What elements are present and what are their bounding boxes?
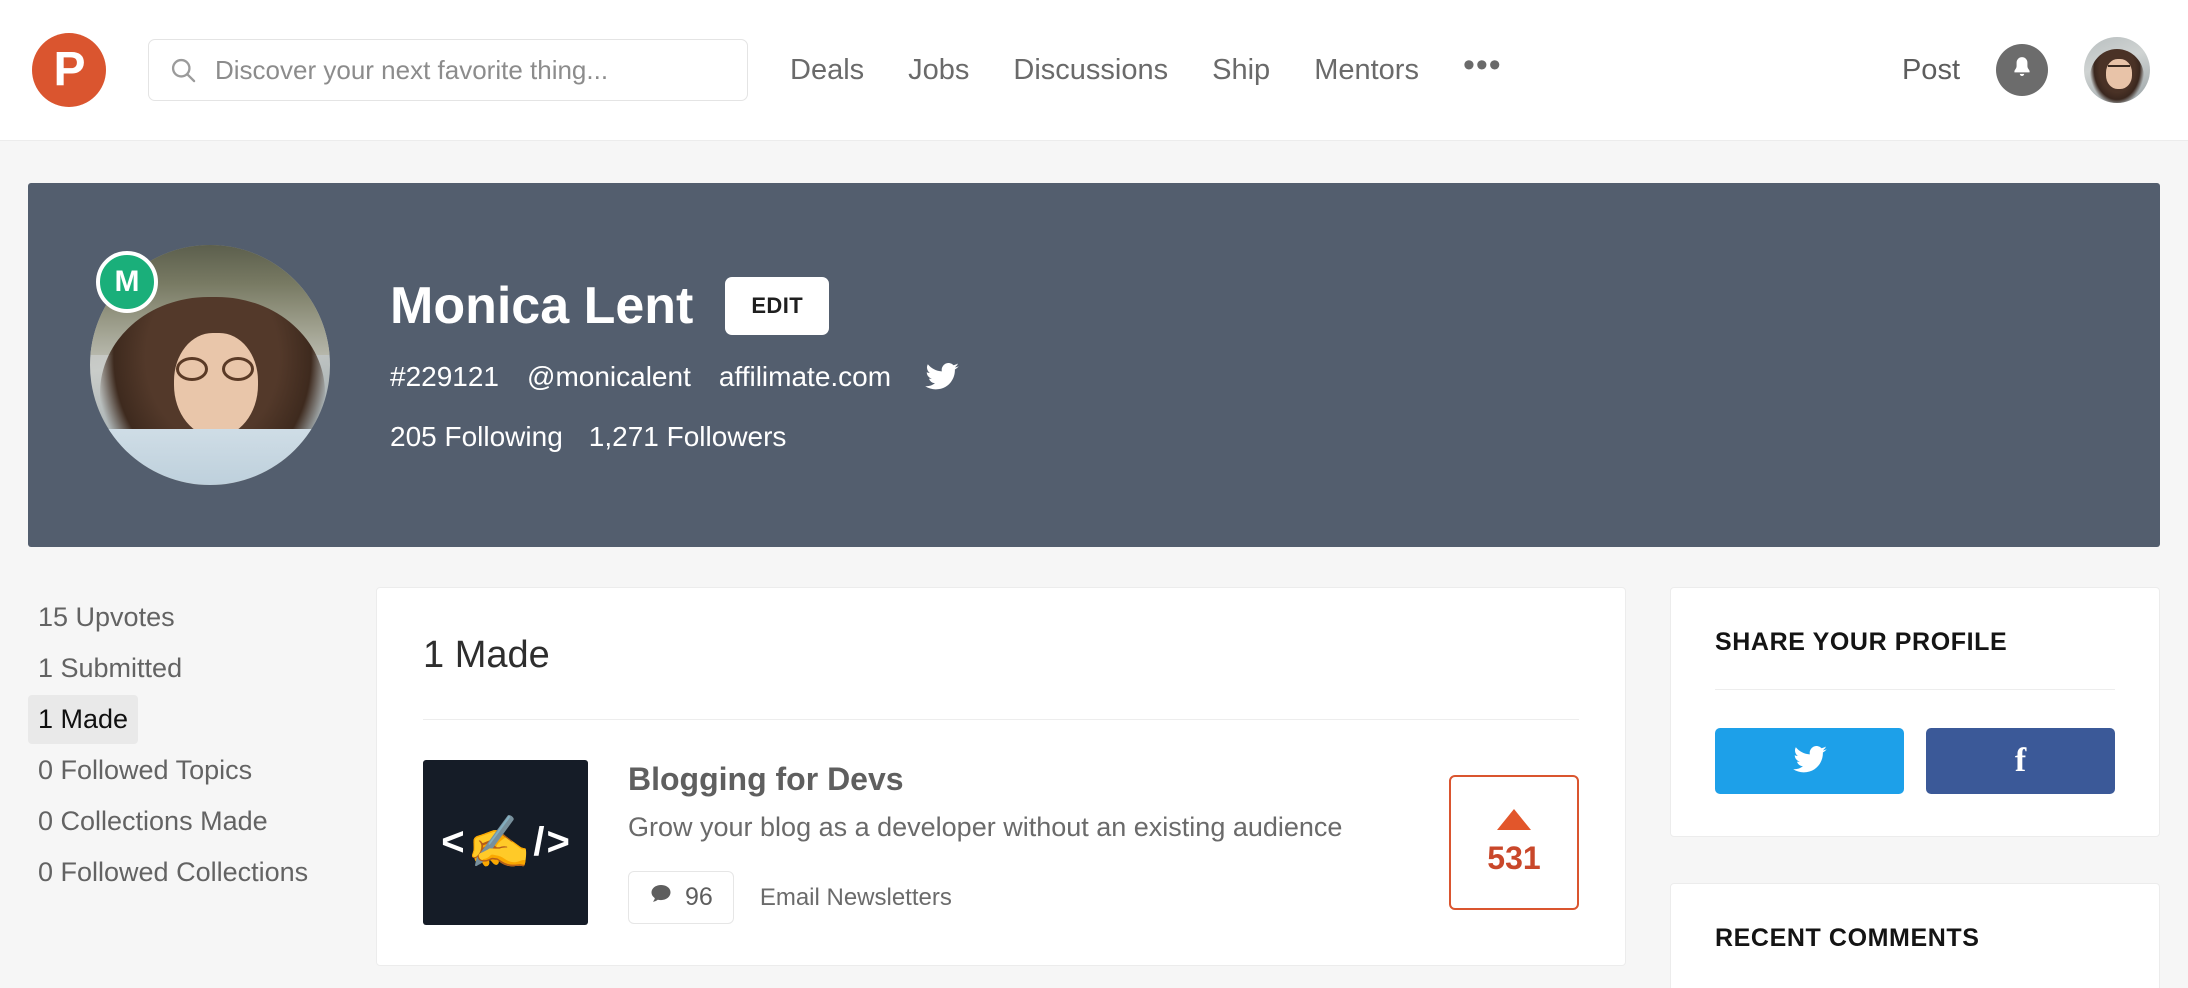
profile-user-number: #229121 [390,361,500,392]
product-thumbnail: < ✍️ / > [423,760,588,925]
followers-count[interactable]: 1,271 Followers [589,421,787,453]
sidebar-row: 15 Upvotes [28,593,376,642]
following-count[interactable]: 205 Following [390,421,563,453]
page-body: M Monica Lent EDIT #229121 @monicalent a… [0,183,2188,988]
avatar-face [174,333,258,437]
avatar-face [2106,59,2132,89]
share-twitter-button[interactable] [1715,728,1904,794]
profile-handle: @monicalent [527,361,691,392]
nav-link-jobs[interactable]: Jobs [908,54,969,87]
upvote-button[interactable]: 531 [1449,775,1579,910]
comment-count: 96 [685,883,713,911]
comment-icon [649,882,673,913]
made-products-panel: 1 Made < ✍️ / > Blogging for Devs Grow y… [376,587,1626,966]
nav-right-group: Post [1902,37,2150,103]
recent-comments-card: RECENT COMMENTS [1670,883,2160,988]
upvote-count: 531 [1487,839,1541,876]
sidebar-row: 0 Collections Made [28,797,376,846]
thumbnail-code-glyph: < ✍️ / > [441,817,570,869]
nav-link-ship[interactable]: Ship [1212,54,1270,87]
share-profile-card: SHARE YOUR PROFILE f [1670,587,2160,837]
sidebar-item-followed-topics[interactable]: 0 Followed Topics [28,746,262,795]
product-details: Blogging for Devs Grow your blog as a de… [628,761,1409,924]
sidebar-item-submitted[interactable]: 1 Submitted [28,644,192,693]
writing-hand-emoji: ✍️ [466,813,532,872]
twitter-icon [1792,745,1827,777]
comment-count-badge[interactable]: 96 [628,871,734,924]
sidebar-row: 1 Made [28,695,376,744]
sidebar-item-upvotes[interactable]: 15 Upvotes [28,593,185,642]
sidebar-row: 1 Submitted [28,644,376,693]
bell-icon [2009,55,2035,86]
search-input[interactable] [215,54,727,86]
maker-badge-letter: M [114,265,140,298]
notifications-button[interactable] [1996,44,2048,96]
avatar-shirt [90,429,330,485]
primary-nav-links: Deals Jobs Discussions Ship Mentors ••• [790,48,1502,87]
profile-info: Monica Lent EDIT #229121 @monicalent aff… [390,277,959,453]
sidebar-row: 0 Followed Collections [28,848,376,897]
nav-link-discussions[interactable]: Discussions [1013,54,1168,87]
twitter-icon[interactable] [925,363,959,391]
product-tagline: Grow your blog as a developer without an… [628,812,1343,842]
upvote-caret-icon [1497,808,1531,830]
top-navigation-bar: P Deals Jobs Discussions Ship Mentors ••… [0,0,2188,141]
product-list-item[interactable]: < ✍️ / > Blogging for Devs Grow your blo… [423,720,1579,965]
avatar-glasses [2108,65,2130,72]
profile-name: Monica Lent [390,277,694,335]
post-button[interactable]: Post [1902,54,1960,87]
profile-sidebar-nav: 15 Upvotes 1 Submitted 1 Made 0 Followed… [28,587,376,899]
product-meta-row: 96 Email Newsletters [628,871,1409,924]
thumbnail-angle-right: > [546,820,570,864]
profile-header-banner: M Monica Lent EDIT #229121 @monicalent a… [28,183,2160,547]
profile-website-link[interactable]: affilimate.com [719,361,891,393]
share-buttons-row: f [1715,728,2115,794]
thumbnail-angle-left: < [441,820,465,864]
divider [1715,689,2115,690]
search-box[interactable] [148,39,748,101]
product-name[interactable]: Blogging for Devs [628,761,1409,798]
product-topic-link[interactable]: Email Newsletters [760,884,952,912]
sidebar-item-made[interactable]: 1 Made [28,695,139,744]
recent-comments-title: RECENT COMMENTS [1715,924,1980,952]
logo-letter: P [53,43,85,96]
maker-badge: M [96,251,158,313]
panel-title: 1 Made [423,588,1579,720]
sidebar-item-followed-collections[interactable]: 0 Followed Collections [28,848,318,897]
content-area: 15 Upvotes 1 Submitted 1 Made 0 Followed… [28,587,2160,988]
facebook-icon: f [2014,742,2027,779]
user-avatar-nav[interactable] [2084,37,2150,103]
profile-avatar-wrap: M [90,245,330,485]
share-facebook-button[interactable]: f [1926,728,2115,794]
thumbnail-slash: / [533,820,545,864]
nav-link-mentors[interactable]: Mentors [1314,54,1419,87]
profile-name-row: Monica Lent EDIT [390,277,959,335]
edit-profile-button[interactable]: EDIT [725,277,830,335]
sidebar-item-collections-made[interactable]: 0 Collections Made [28,797,278,846]
product-hunt-logo[interactable]: P [32,33,106,107]
profile-meta-row: #229121 @monicalent affilimate.com [390,361,959,393]
nav-more-icon[interactable]: ••• [1463,48,1502,85]
share-profile-title: SHARE YOUR PROFILE [1715,628,2008,656]
right-sidebar: SHARE YOUR PROFILE f RECENT COMMENTS [1670,587,2160,988]
nav-link-deals[interactable]: Deals [790,54,864,87]
search-icon [169,56,197,84]
avatar-glasses [176,357,254,383]
sidebar-row: 0 Followed Topics [28,746,376,795]
profile-stats-row: 205 Following 1,271 Followers [390,421,959,453]
